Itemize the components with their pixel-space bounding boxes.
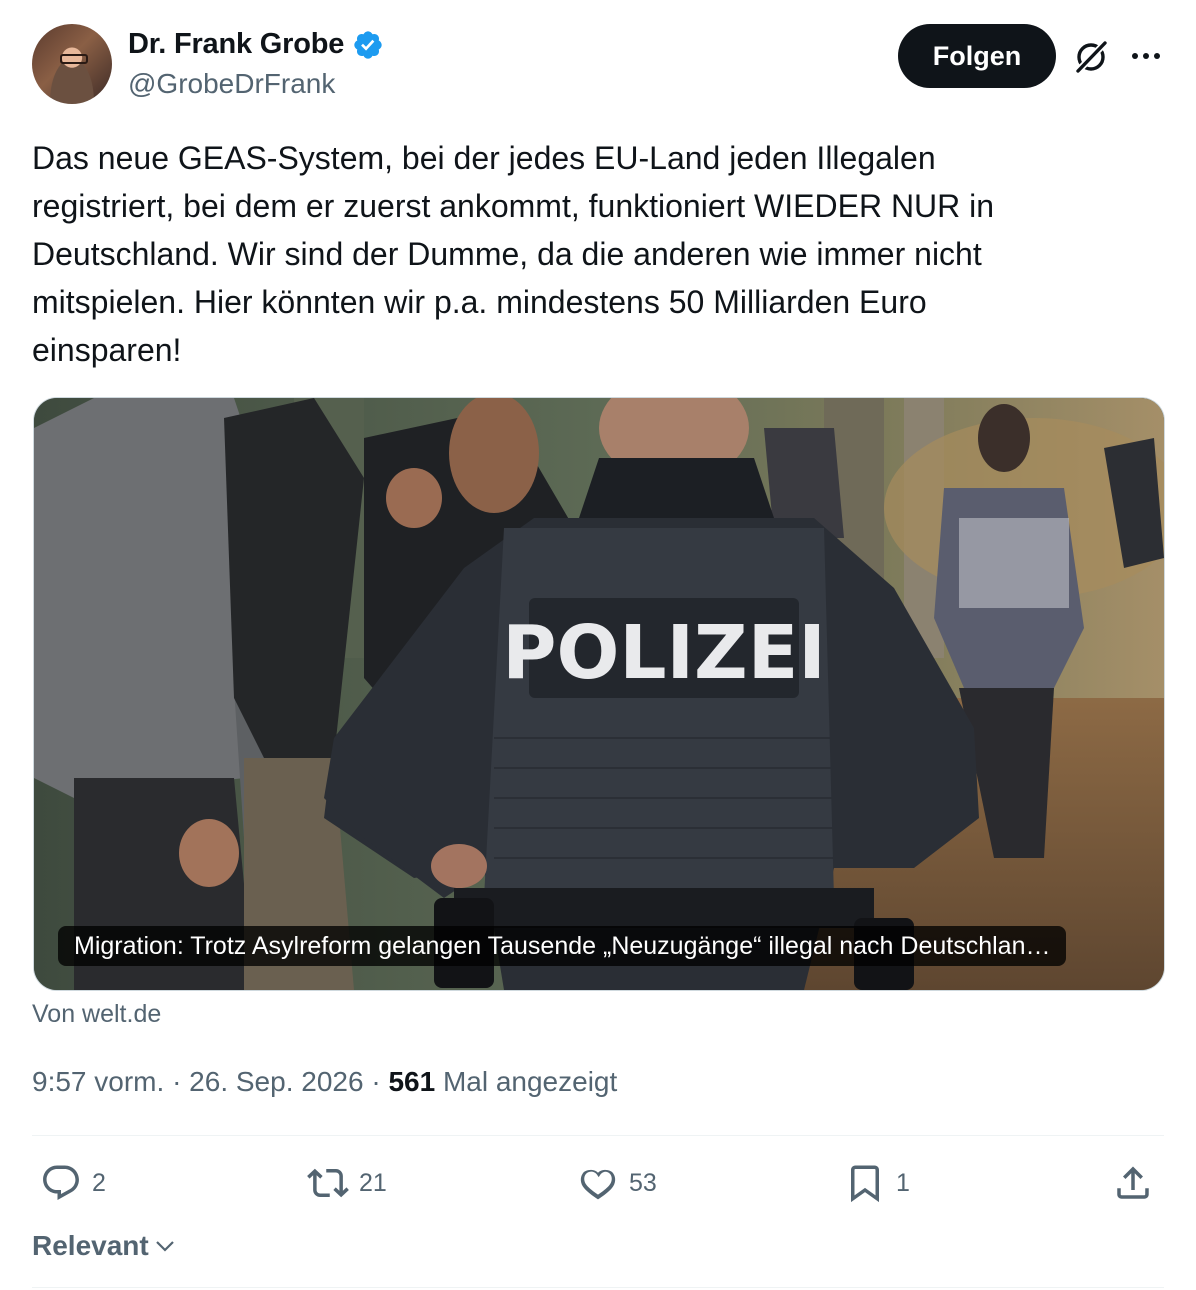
tweet-text: Das neue GEAS-System, bei der jedes EU-L…	[32, 140, 995, 368]
avatar-glasses	[60, 54, 88, 64]
share-button[interactable]	[1112, 1162, 1154, 1204]
view-count-label: Mal angezeigt	[442, 1066, 618, 1097]
heart-icon	[580, 1169, 616, 1200]
repost-button[interactable]: 21	[307, 1162, 387, 1204]
reply-icon	[43, 1165, 79, 1200]
grok-icon[interactable]	[1070, 36, 1112, 78]
sort-replies-dropdown[interactable]: Relevant	[32, 1230, 177, 1262]
chevron-down-icon	[155, 1241, 174, 1252]
bookmark-icon	[851, 1165, 879, 1203]
repost-count: 21	[359, 1168, 387, 1197]
share-icon	[1117, 1166, 1149, 1199]
tweet-time[interactable]: 9:57 vorm.	[32, 1066, 164, 1097]
link-card[interactable]: POLIZEI Migration: Trotz Asylreform gela…	[33, 397, 1165, 991]
meta-separator: ·	[172, 1066, 182, 1097]
bookmark-count: 1	[896, 1168, 910, 1197]
reply-count: 2	[92, 1168, 106, 1197]
tweet-date[interactable]: 26. Sep. 2026	[189, 1066, 363, 1097]
bookmark-button[interactable]: 1	[844, 1162, 910, 1204]
author-name-row[interactable]: Dr. Frank Grobe	[128, 28, 384, 61]
view-count: 561	[388, 1066, 436, 1097]
author-avatar[interactable]	[32, 24, 112, 104]
card-caption: Migration: Trotz Asylreform gelangen Tau…	[58, 926, 1067, 966]
card-source[interactable]: Von welt.de	[32, 1000, 161, 1029]
follow-button[interactable]: Folgen	[898, 24, 1056, 88]
like-button[interactable]: 53	[577, 1162, 657, 1204]
author-handle[interactable]: @GrobeDrFrank	[128, 68, 335, 100]
more-options-icon[interactable]	[1126, 38, 1166, 74]
like-count: 53	[629, 1168, 657, 1197]
repost-icon	[307, 1168, 349, 1198]
card-photo: POLIZEI	[34, 398, 1164, 990]
meta-separator: ·	[371, 1066, 381, 1097]
reply-button[interactable]: 2	[40, 1162, 106, 1204]
tweet-meta: 9:57 vorm. · 26. Sep. 2026 · 561 Mal ang…	[32, 1066, 617, 1098]
vest-label: POLIZEI	[502, 610, 826, 696]
verified-badge-icon	[354, 30, 382, 59]
divider	[32, 1135, 1164, 1136]
divider	[32, 1287, 1164, 1288]
author-name[interactable]: Dr. Frank Grobe	[128, 28, 344, 61]
sort-label: Relevant	[32, 1230, 149, 1261]
